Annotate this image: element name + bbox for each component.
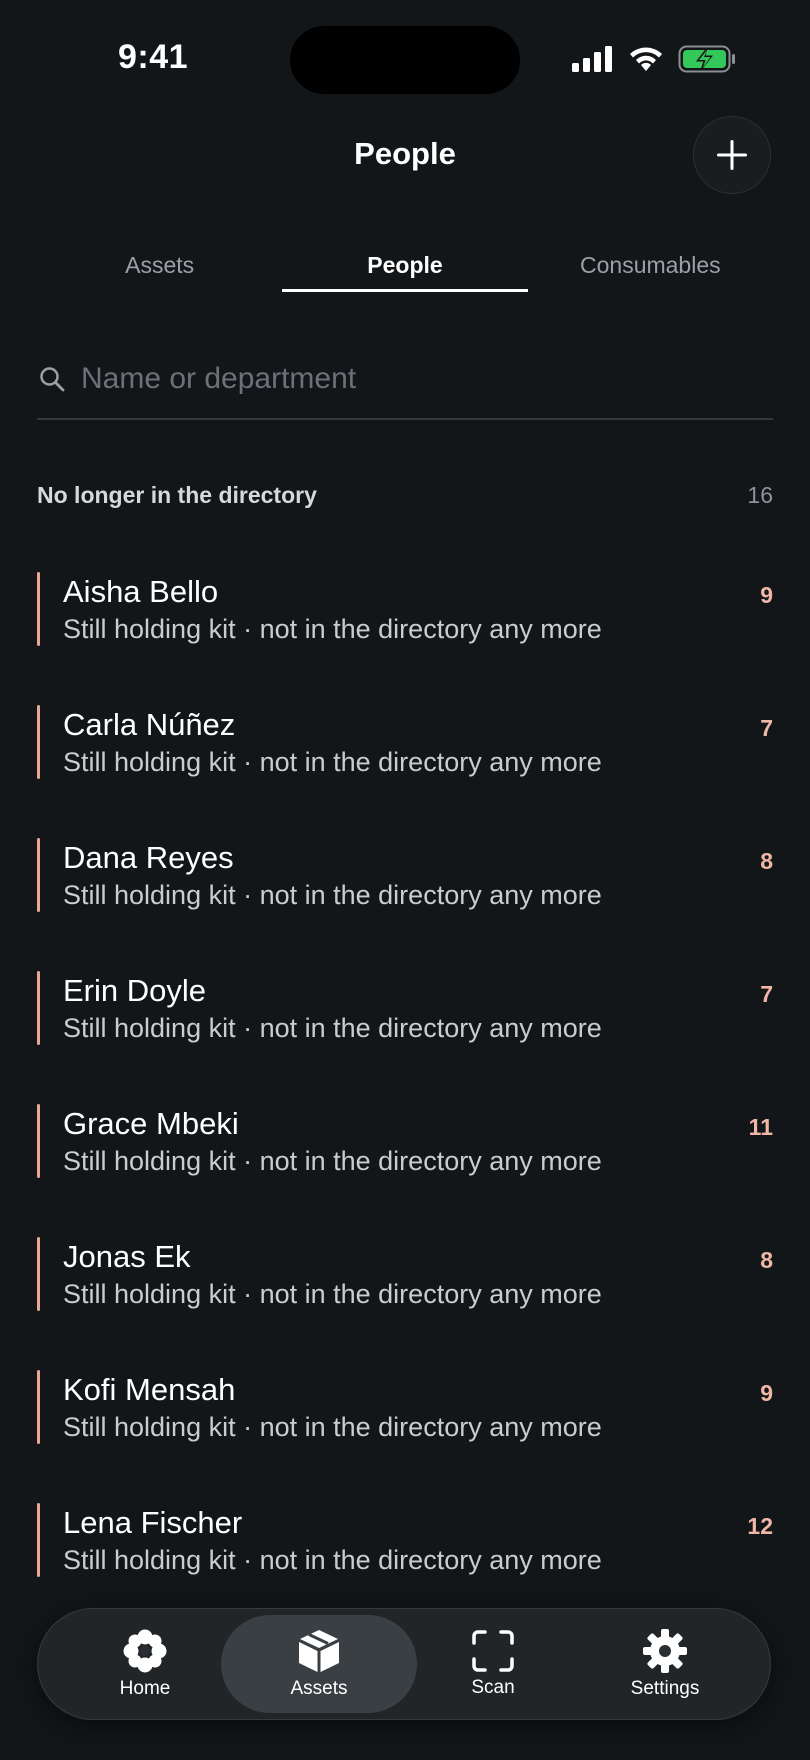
status-bar-marker <box>37 1370 40 1444</box>
list-item[interactable]: Jonas Ek Still holding kit · not in the … <box>37 1237 773 1370</box>
item-count: 7 <box>760 715 773 741</box>
status-time: 9:41 <box>118 38 189 76</box>
search-icon <box>40 367 65 392</box>
status-bar-marker <box>37 838 40 912</box>
add-person-button[interactable] <box>693 116 771 194</box>
status-bar: 9:41 <box>0 0 810 120</box>
search-input[interactable] <box>81 359 773 399</box>
person-name: Jonas Ek <box>63 1239 191 1274</box>
tab-consumables[interactable]: Consumables <box>528 246 773 292</box>
item-count: 8 <box>760 1247 773 1273</box>
nav-home[interactable]: Home <box>70 1609 220 1719</box>
section-count: 16 <box>747 482 773 508</box>
box-icon <box>299 1630 339 1672</box>
person-subtitle: Still holding kit · not in the directory… <box>63 747 602 777</box>
nav-label: Home <box>119 1678 171 1699</box>
nav-assets[interactable]: Assets <box>244 1609 394 1719</box>
person-name: Grace Mbeki <box>63 1106 239 1141</box>
battery-charging-icon <box>678 45 735 73</box>
segment-tabs: Assets People Consumables <box>37 246 773 292</box>
list-item[interactable]: Grace Mbeki Still holding kit · not in t… <box>37 1104 773 1237</box>
item-count: 9 <box>760 582 773 608</box>
scan-frame-icon <box>472 1630 514 1672</box>
person-subtitle: Still holding kit · not in the directory… <box>63 1013 602 1043</box>
person-name: Erin Doyle <box>63 973 206 1008</box>
status-bar-marker <box>37 971 40 1045</box>
person-subtitle: Still holding kit · not in the directory… <box>63 1279 602 1309</box>
person-subtitle: Still holding kit · not in the directory… <box>63 614 602 644</box>
status-bar-marker <box>37 1104 40 1178</box>
nav-settings[interactable]: Settings <box>590 1609 740 1719</box>
person-subtitle: Still holding kit · not in the directory… <box>63 1146 602 1176</box>
section-header: No longer in the directory 16 <box>37 482 773 509</box>
list-item[interactable]: Erin Doyle Still holding kit · not in th… <box>37 971 773 1104</box>
wifi-icon <box>630 47 662 71</box>
page-title: People <box>354 136 456 171</box>
person-name: Aisha Bello <box>63 574 219 609</box>
item-count: 11 <box>748 1114 773 1140</box>
list-item[interactable]: Dana Reyes Still holding kit · not in th… <box>37 838 773 971</box>
nav-scan[interactable]: Scan <box>418 1609 568 1719</box>
nav-label: Settings <box>630 1678 700 1699</box>
bottom-tab-bar: Home Assets Scan Settings <box>37 1608 771 1720</box>
item-count: 7 <box>760 981 773 1007</box>
nav-label: Scan <box>471 1677 515 1698</box>
list-item[interactable]: Aisha Bello Still holding kit · not in t… <box>37 572 773 705</box>
cellular-signal-icon <box>572 46 612 72</box>
status-bar-marker <box>37 1503 40 1577</box>
status-bar-marker <box>37 705 40 779</box>
dynamic-island <box>290 26 520 94</box>
people-list: Aisha Bello Still holding kit · not in t… <box>37 572 773 1636</box>
person-name: Dana Reyes <box>63 840 234 875</box>
status-bar-marker <box>37 572 40 646</box>
person-subtitle: Still holding kit · not in the directory… <box>63 880 602 910</box>
status-bar-marker <box>37 1237 40 1311</box>
person-subtitle: Still holding kit · not in the directory… <box>63 1412 602 1442</box>
search-field <box>37 352 773 420</box>
list-item[interactable]: Carla Núñez Still holding kit · not in t… <box>37 705 773 838</box>
tab-assets[interactable]: Assets <box>37 246 282 292</box>
item-count: 8 <box>760 848 773 874</box>
list-item[interactable]: Kofi Mensah Still holding kit · not in t… <box>37 1370 773 1503</box>
item-count: 9 <box>760 1380 773 1406</box>
person-name: Kofi Mensah <box>63 1372 236 1407</box>
tab-people[interactable]: People <box>282 246 528 292</box>
person-name: Lena Fischer <box>63 1505 243 1540</box>
plus-icon <box>717 140 747 170</box>
person-name: Carla Núñez <box>63 707 236 742</box>
gear-icon <box>643 1629 687 1673</box>
person-subtitle: Still holding kit · not in the directory… <box>63 1545 602 1575</box>
status-icons <box>572 44 736 74</box>
section-title: No longer in the directory <box>37 482 317 508</box>
flower-icon <box>123 1629 167 1673</box>
nav-label: Assets <box>290 1678 348 1699</box>
item-count: 12 <box>747 1513 773 1539</box>
